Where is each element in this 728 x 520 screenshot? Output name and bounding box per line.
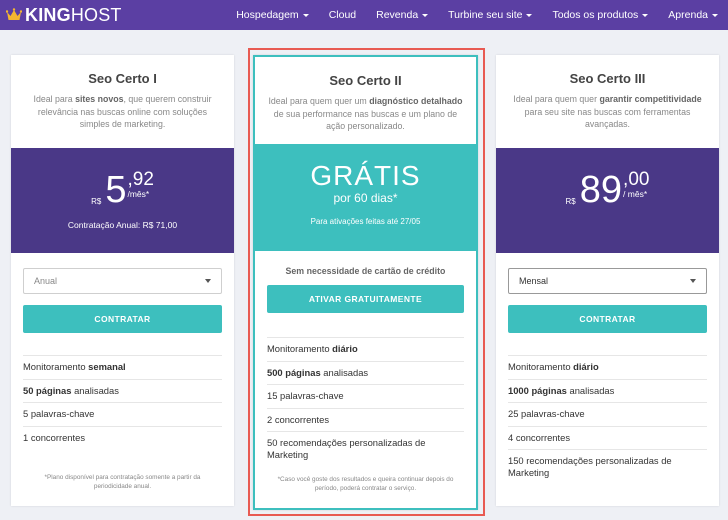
main-menu: Hospedagem Cloud Revenda Turbine seu sit… xyxy=(216,0,718,30)
plan-title: Seo Certo II xyxy=(329,73,402,88)
menu-todos-produtos[interactable]: Todos os produtos xyxy=(552,9,649,21)
list-item: 50 páginas analisadas xyxy=(23,378,222,403)
list-item: 1000 páginas analisadas xyxy=(508,378,707,403)
chevron-down-icon xyxy=(422,13,429,17)
plan-footnote: *Caso você goste dos resultados e queira… xyxy=(277,476,454,492)
plan-description: Ideal para sites novos, que querem const… xyxy=(33,94,212,129)
price-box: R$ 89,00/ mês* xyxy=(496,148,719,253)
activation-note: Para ativações feitas até 27/05 xyxy=(310,217,421,226)
list-item: 25 palavras-chave xyxy=(508,402,707,426)
list-item: 50 recomendações personalizadas de Marke… xyxy=(267,431,464,466)
menu-turbine[interactable]: Turbine seu site xyxy=(448,9,533,21)
menu-cloud[interactable]: Cloud xyxy=(329,9,356,21)
list-item: Monitoramento diário xyxy=(508,355,707,379)
plan-title: Seo Certo III xyxy=(569,71,646,86)
contratar-button[interactable]: CONTRATAR xyxy=(23,305,222,333)
logo-text: KINGHOST xyxy=(25,5,122,25)
chevron-down-icon xyxy=(642,13,649,17)
plan-card-seo-certo-2: Seo Certo II Ideal para quem quer um dia… xyxy=(253,55,478,510)
chevron-down-icon xyxy=(712,13,718,17)
no-credit-card-note: Sem necessidade de cartão de crédito xyxy=(285,266,446,276)
chevron-down-icon xyxy=(205,279,211,283)
plan-description: Ideal para quem quer garantir competitiv… xyxy=(513,94,702,129)
feature-list: Monitoramento diário 500 páginas analisa… xyxy=(267,337,464,466)
ativar-gratuitamente-button[interactable]: ATIVAR GRATUITAMENTE xyxy=(267,285,464,313)
price-cents: ,00 xyxy=(623,169,650,190)
price-period: /mês* xyxy=(127,189,150,199)
top-navbar: KINGHOST Hospedagem Cloud Revenda Turbin… xyxy=(0,0,728,30)
free-label: GRÁTIS xyxy=(310,160,421,191)
chevron-down-icon xyxy=(302,13,309,17)
price-box: R$ 5,92/mês* Contratação Anual: R$ 71,00 xyxy=(11,148,234,253)
currency-symbol: R$ xyxy=(91,197,102,206)
price-cents: ,92 xyxy=(127,169,154,190)
free-offer-box: GRÁTIS por 60 dias* Para ativações feita… xyxy=(253,144,478,251)
chevron-down-icon xyxy=(526,13,533,17)
kinghost-logo[interactable]: KINGHOST xyxy=(6,4,122,26)
menu-revenda[interactable]: Revenda xyxy=(376,9,429,21)
list-item: Monitoramento diário xyxy=(267,337,464,361)
list-item: 4 concorrentes xyxy=(508,425,707,450)
crown-icon xyxy=(6,8,22,20)
menu-aprenda[interactable]: Aprenda xyxy=(668,9,718,21)
price-period: / mês* xyxy=(623,189,648,199)
price-integer: 89 xyxy=(579,169,623,211)
list-item: 150 recomendações personalizadas de Mark… xyxy=(508,449,707,484)
list-item: 500 páginas analisadas xyxy=(267,360,464,385)
currency-symbol: R$ xyxy=(565,197,576,206)
plan-card-seo-certo-1: Seo Certo I Ideal para sites novos, que … xyxy=(11,55,234,506)
list-item: 15 palavras-chave xyxy=(267,384,464,408)
list-item: 1 concorrentes xyxy=(23,425,222,450)
menu-hospedagem[interactable]: Hospedagem xyxy=(236,9,309,21)
price-integer: 5 xyxy=(105,169,127,211)
plan-footnote: *Plano disponível para contratação somen… xyxy=(44,474,201,490)
plan-title: Seo Certo I xyxy=(88,71,157,86)
contratar-button[interactable]: CONTRATAR xyxy=(508,305,707,333)
period-select[interactable]: Anual xyxy=(23,268,222,294)
plan-card-seo-certo-3: Seo Certo III Ideal para quem quer garan… xyxy=(496,55,719,506)
feature-list: Monitoramento diário 1000 páginas analis… xyxy=(508,355,707,484)
list-item: Monitoramento semanal xyxy=(23,355,222,379)
annual-price-note: Contratação Anual: R$ 71,00 xyxy=(67,220,178,230)
period-select[interactable]: Mensal xyxy=(508,268,707,294)
feature-list: Monitoramento semanal 50 páginas analisa… xyxy=(23,355,222,449)
chevron-down-icon xyxy=(690,279,696,283)
plan-description: Ideal para quem quer um diagnóstico deta… xyxy=(268,96,463,131)
list-item: 5 palavras-chave xyxy=(23,402,222,426)
free-period: por 60 dias* xyxy=(333,191,398,205)
list-item: 2 concorrentes xyxy=(267,407,464,432)
